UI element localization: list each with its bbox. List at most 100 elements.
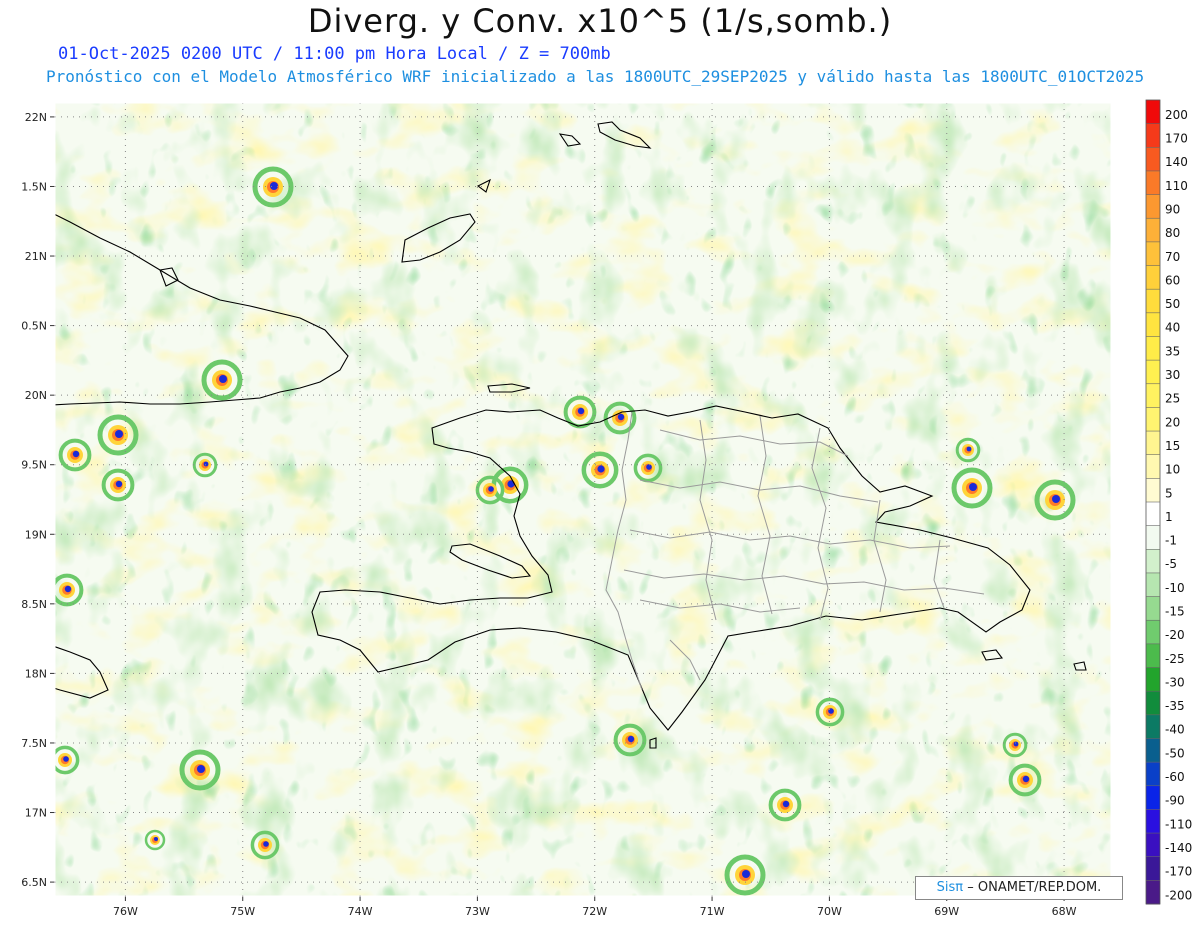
- lat-label: 7.5N: [21, 737, 47, 750]
- lat-label: 19N: [25, 528, 47, 541]
- colorbar-swatch: [1146, 833, 1160, 858]
- colorbar-label: -140: [1165, 841, 1192, 855]
- colorbar-label: -200: [1165, 888, 1192, 902]
- colorbar-swatch: [1146, 785, 1160, 810]
- colorbar-label: -1: [1165, 534, 1177, 548]
- colorbar-swatch: [1146, 525, 1160, 550]
- colorbar-label: -10: [1165, 581, 1185, 595]
- colorbar-label: -35: [1165, 699, 1185, 713]
- colorbar-swatch: [1146, 336, 1160, 361]
- hotspot-convergence: [1013, 741, 1019, 747]
- map-canvas: 22N 1.5N 21N 0.5N 20N 9.5N 19N 8.5N 18N 7.5N 17N 6.…: [21, 99, 1192, 918]
- lat-label: 6.5N: [21, 876, 47, 889]
- lon-label: 73W: [465, 905, 490, 918]
- colorbar-swatch: [1146, 241, 1160, 267]
- colorbar-swatch: [1146, 170, 1160, 196]
- colorbar-label: 1: [1165, 510, 1173, 524]
- colorbar-label: 80: [1165, 226, 1180, 240]
- lon-label: 69W: [934, 905, 959, 918]
- colorbar-swatch: [1146, 407, 1160, 432]
- colorbar-label: 35: [1165, 344, 1180, 358]
- colorbar-swatch: [1146, 100, 1160, 125]
- lon-label: 68W: [1052, 905, 1077, 918]
- colorbar-swatch: [1146, 360, 1160, 385]
- colorbar-swatch: [1146, 312, 1160, 337]
- colorbar-swatch: [1146, 643, 1160, 669]
- colorbar-swatch: [1146, 383, 1160, 408]
- colorbar-swatch: [1146, 454, 1160, 479]
- colorbar-label: -5: [1165, 557, 1177, 571]
- hotspot-convergence: [966, 446, 972, 452]
- hotspot-convergence: [63, 756, 69, 762]
- colorbar-label: 60: [1165, 273, 1180, 287]
- lat-label: 8.5N: [21, 598, 47, 611]
- colorbar-label: 70: [1165, 250, 1180, 264]
- lon-label: 76W: [113, 905, 138, 918]
- hotspot-convergence: [203, 461, 209, 467]
- lat-label: 20N: [25, 389, 47, 402]
- colorbar-swatch: [1146, 478, 1160, 503]
- colorbar-label: 170: [1165, 132, 1188, 146]
- colorbar-label: -25: [1165, 652, 1185, 666]
- colorbar-swatch: [1146, 289, 1160, 314]
- colorbar-label: 110: [1165, 179, 1188, 193]
- hotspot-convergence: [72, 450, 80, 458]
- colorbar-swatch: [1146, 431, 1160, 456]
- colorbar-swatch: [1146, 265, 1160, 290]
- colorbar-swatch: [1146, 620, 1160, 645]
- hotspot-convergence: [263, 841, 269, 847]
- latitude-labels: 22N 1.5N 21N 0.5N 20N 9.5N 19N 8.5N 18N 7.5N 17N 6.…: [21, 111, 47, 889]
- credit-box: Sisπ – ONAMET/REP.DOM.: [915, 876, 1123, 900]
- colorbar-label: -110: [1165, 817, 1192, 831]
- hotspot-convergence: [219, 375, 227, 383]
- colorbar-label: -20: [1165, 628, 1185, 642]
- credit-text: – ONAMET/REP.DOM.: [967, 880, 1102, 895]
- colorbar-label: 90: [1165, 203, 1180, 217]
- hotspot-convergence: [597, 465, 605, 473]
- colorbar-swatch: [1146, 572, 1160, 598]
- colorbar-label: -50: [1165, 746, 1185, 760]
- colorbar-label: 140: [1165, 155, 1188, 169]
- colorbar-swatch: [1146, 194, 1160, 219]
- colorbar-label: 20: [1165, 415, 1180, 429]
- colorbar-label: -30: [1165, 675, 1185, 689]
- hotspot-convergence: [154, 837, 158, 841]
- colorbar-label: -60: [1165, 770, 1185, 784]
- colorbar-label: 10: [1165, 463, 1180, 477]
- colorbar: 200 170 140 110 90 80 70 60 50 40 35 30 25 20 15 10 5 1 -1…: [1145, 99, 1192, 905]
- hotspot-convergence: [969, 483, 977, 491]
- colorbar-swatch: [1146, 218, 1160, 243]
- colorbar-swatch: [1146, 809, 1160, 834]
- lat-label: 1.5N: [21, 180, 47, 193]
- hotspot-convergence: [1022, 775, 1030, 783]
- colorbar-label: -90: [1165, 794, 1185, 808]
- colorbar-swatch: [1146, 549, 1160, 574]
- colorbar-swatch: [1146, 856, 1160, 881]
- hotspot-convergence: [1052, 495, 1060, 503]
- colorbar-swatch: [1146, 880, 1160, 905]
- hotspot-convergence: [197, 765, 205, 773]
- lat-label: 0.5N: [21, 320, 47, 333]
- lon-label: 75W: [230, 905, 255, 918]
- lon-label: 70W: [817, 905, 842, 918]
- hotspot-convergence: [64, 585, 72, 593]
- lon-label: 72W: [582, 905, 607, 918]
- colorbar-label: -40: [1165, 723, 1185, 737]
- lat-label: 17N: [25, 807, 47, 820]
- colorbar-swatch: [1146, 691, 1160, 716]
- colorbar-swatch: [1146, 762, 1160, 787]
- colorbar-label: 5: [1165, 486, 1173, 500]
- sispi-brand: Sisπ: [936, 880, 964, 895]
- colorbar-label: 15: [1165, 439, 1180, 453]
- divergence-field: [55, 103, 1111, 896]
- colorbar-label: 50: [1165, 297, 1180, 311]
- lon-label: 74W: [348, 905, 373, 918]
- lon-label: 71W: [700, 905, 725, 918]
- colorbar-label: 25: [1165, 392, 1180, 406]
- hotspot-convergence: [115, 480, 123, 488]
- hotspot-convergence: [115, 430, 123, 438]
- hotspot-convergence: [782, 800, 790, 808]
- hotspot-convergence: [627, 735, 635, 743]
- hotspot-convergence: [577, 407, 585, 415]
- hotspot-convergence: [488, 486, 494, 492]
